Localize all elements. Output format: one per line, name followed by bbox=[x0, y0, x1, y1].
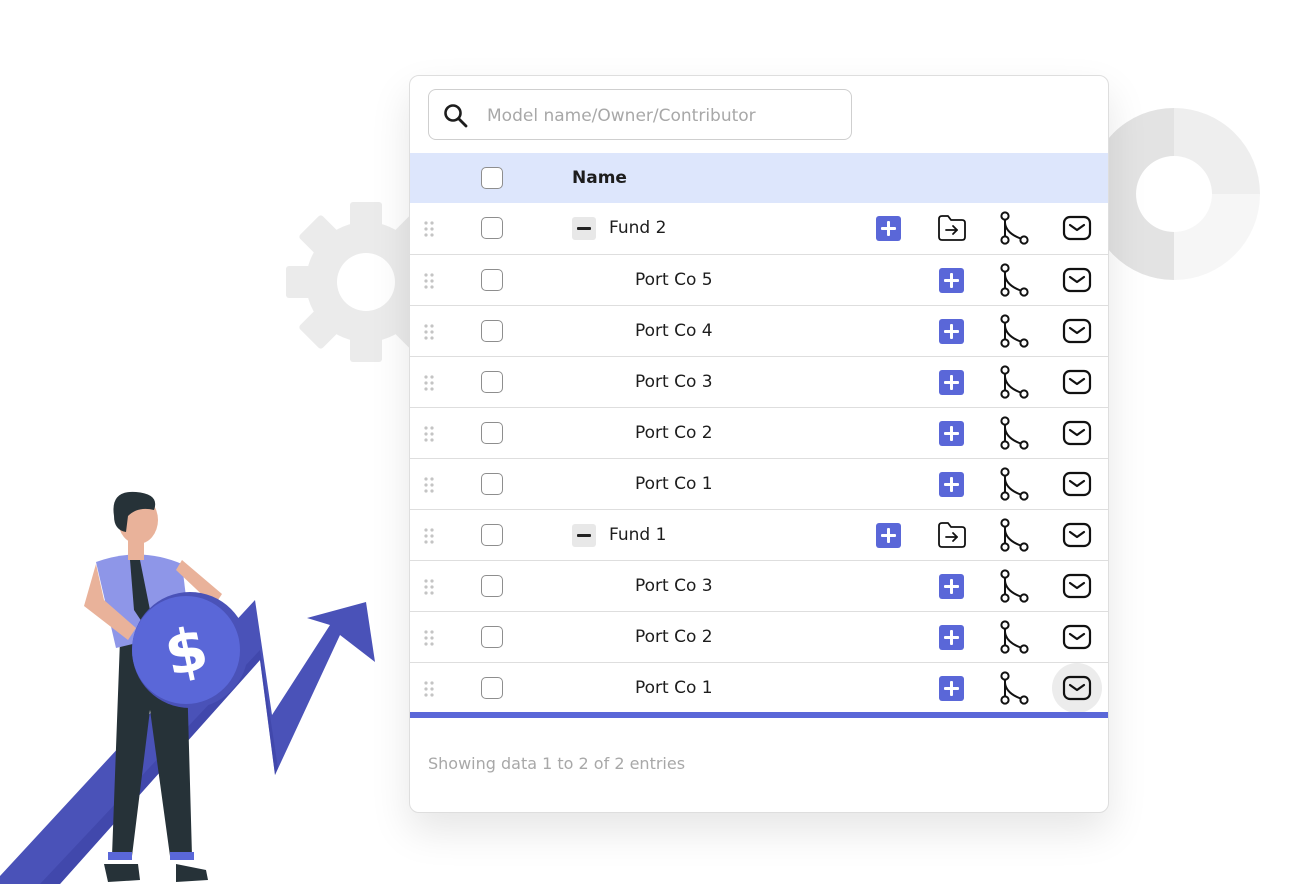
row-checkbox[interactable] bbox=[481, 524, 503, 546]
row-checkbox[interactable] bbox=[481, 217, 503, 239]
row-checkbox[interactable] bbox=[481, 626, 503, 648]
fund-row[interactable]: Fund 2 bbox=[410, 203, 1108, 254]
row-label: Port Co 2 bbox=[635, 423, 713, 443]
mail-button[interactable] bbox=[1052, 203, 1102, 253]
table-bottom-bar bbox=[410, 712, 1108, 718]
select-all-checkbox[interactable] bbox=[481, 167, 503, 189]
branch-icon[interactable] bbox=[998, 314, 1030, 348]
mail-icon bbox=[1062, 215, 1092, 241]
mail-button[interactable] bbox=[1052, 561, 1102, 611]
row-checkbox[interactable] bbox=[481, 371, 503, 393]
add-button[interactable] bbox=[876, 523, 901, 548]
add-button[interactable] bbox=[939, 319, 964, 344]
mail-icon bbox=[1062, 420, 1092, 446]
row-label: Port Co 2 bbox=[635, 627, 713, 647]
add-button[interactable] bbox=[876, 216, 901, 241]
row-label: Fund 2 bbox=[609, 218, 667, 238]
folder-move-icon[interactable] bbox=[937, 214, 967, 242]
add-button[interactable] bbox=[939, 268, 964, 293]
mail-icon bbox=[1062, 267, 1092, 293]
drag-handle-icon[interactable] bbox=[424, 375, 434, 391]
branch-icon[interactable] bbox=[998, 620, 1030, 654]
search-box bbox=[428, 89, 852, 141]
branch-icon[interactable] bbox=[998, 263, 1030, 297]
name-column-header: Name bbox=[572, 168, 627, 188]
add-button[interactable] bbox=[939, 625, 964, 650]
investor-illustration: $ bbox=[0, 491, 375, 884]
mail-icon bbox=[1062, 522, 1092, 548]
mail-button[interactable] bbox=[1052, 357, 1102, 407]
drag-handle-icon[interactable] bbox=[424, 528, 434, 544]
row-label: Port Co 4 bbox=[635, 321, 713, 341]
drag-handle-icon[interactable] bbox=[424, 273, 434, 289]
collapse-toggle[interactable] bbox=[572, 524, 596, 547]
mail-icon bbox=[1062, 369, 1092, 395]
mail-icon bbox=[1062, 318, 1092, 344]
model-table-panel: Name Fund 2 Port Co 5 Port Co 4 Port Co 3 Po… bbox=[409, 75, 1109, 813]
add-button[interactable] bbox=[939, 574, 964, 599]
mail-button[interactable] bbox=[1052, 306, 1102, 356]
row-checkbox[interactable] bbox=[481, 677, 503, 699]
fund-row[interactable]: Fund 1 bbox=[410, 509, 1108, 560]
mail-button[interactable] bbox=[1052, 510, 1102, 560]
row-checkbox[interactable] bbox=[481, 422, 503, 444]
row-label: Port Co 1 bbox=[635, 474, 713, 494]
portco-row[interactable]: Port Co 1 bbox=[410, 458, 1108, 509]
branch-icon[interactable] bbox=[998, 467, 1030, 501]
branch-icon[interactable] bbox=[998, 518, 1030, 552]
mail-icon bbox=[1062, 675, 1092, 701]
add-button[interactable] bbox=[939, 676, 964, 701]
pagination-info: Showing data 1 to 2 of 2 entries bbox=[428, 754, 686, 773]
row-label: Port Co 3 bbox=[635, 372, 713, 392]
drag-handle-icon[interactable] bbox=[424, 630, 434, 646]
mail-button[interactable] bbox=[1052, 459, 1102, 509]
mail-icon bbox=[1062, 471, 1092, 497]
search-input[interactable] bbox=[485, 90, 844, 141]
portco-row[interactable]: Port Co 2 bbox=[410, 611, 1108, 662]
row-checkbox[interactable] bbox=[481, 320, 503, 342]
add-button[interactable] bbox=[939, 421, 964, 446]
row-label: Port Co 5 bbox=[635, 270, 713, 290]
portco-row[interactable]: Port Co 3 bbox=[410, 560, 1108, 611]
row-label: Port Co 1 bbox=[635, 678, 713, 698]
dollar-coin-icon: $ bbox=[132, 592, 248, 708]
search-icon bbox=[444, 104, 468, 128]
folder-move-icon[interactable] bbox=[937, 521, 967, 549]
drag-handle-icon[interactable] bbox=[424, 324, 434, 340]
branch-icon[interactable] bbox=[998, 671, 1030, 705]
row-label: Port Co 3 bbox=[635, 576, 713, 596]
drag-handle-icon[interactable] bbox=[424, 579, 434, 595]
row-checkbox[interactable] bbox=[481, 575, 503, 597]
branch-icon[interactable] bbox=[998, 211, 1030, 245]
collapse-toggle[interactable] bbox=[572, 217, 596, 240]
table-body: Fund 2 Port Co 5 Port Co 4 Port Co 3 Port Co… bbox=[410, 203, 1108, 713]
add-button[interactable] bbox=[939, 472, 964, 497]
mail-button[interactable] bbox=[1052, 255, 1102, 305]
row-checkbox[interactable] bbox=[481, 473, 503, 495]
branch-icon[interactable] bbox=[998, 365, 1030, 399]
portco-row[interactable]: Port Co 5 bbox=[410, 254, 1108, 305]
drag-handle-icon[interactable] bbox=[424, 426, 434, 442]
mail-button[interactable] bbox=[1052, 663, 1102, 713]
drag-handle-icon[interactable] bbox=[424, 681, 434, 697]
drag-handle-icon[interactable] bbox=[424, 221, 434, 237]
add-button[interactable] bbox=[939, 370, 964, 395]
branch-icon[interactable] bbox=[998, 416, 1030, 450]
drag-handle-icon[interactable] bbox=[424, 477, 434, 493]
row-checkbox[interactable] bbox=[481, 269, 503, 291]
portco-row[interactable]: Port Co 1 bbox=[410, 662, 1108, 713]
row-label: Fund 1 bbox=[609, 525, 667, 545]
donut-chart-icon bbox=[1088, 108, 1260, 280]
mail-button[interactable] bbox=[1052, 408, 1102, 458]
mail-icon bbox=[1062, 573, 1092, 599]
portco-row[interactable]: Port Co 4 bbox=[410, 305, 1108, 356]
mail-icon bbox=[1062, 624, 1092, 650]
portco-row[interactable]: Port Co 3 bbox=[410, 356, 1108, 407]
branch-icon[interactable] bbox=[998, 569, 1030, 603]
mail-button[interactable] bbox=[1052, 612, 1102, 662]
table-header: Name bbox=[410, 153, 1108, 203]
portco-row[interactable]: Port Co 2 bbox=[410, 407, 1108, 458]
